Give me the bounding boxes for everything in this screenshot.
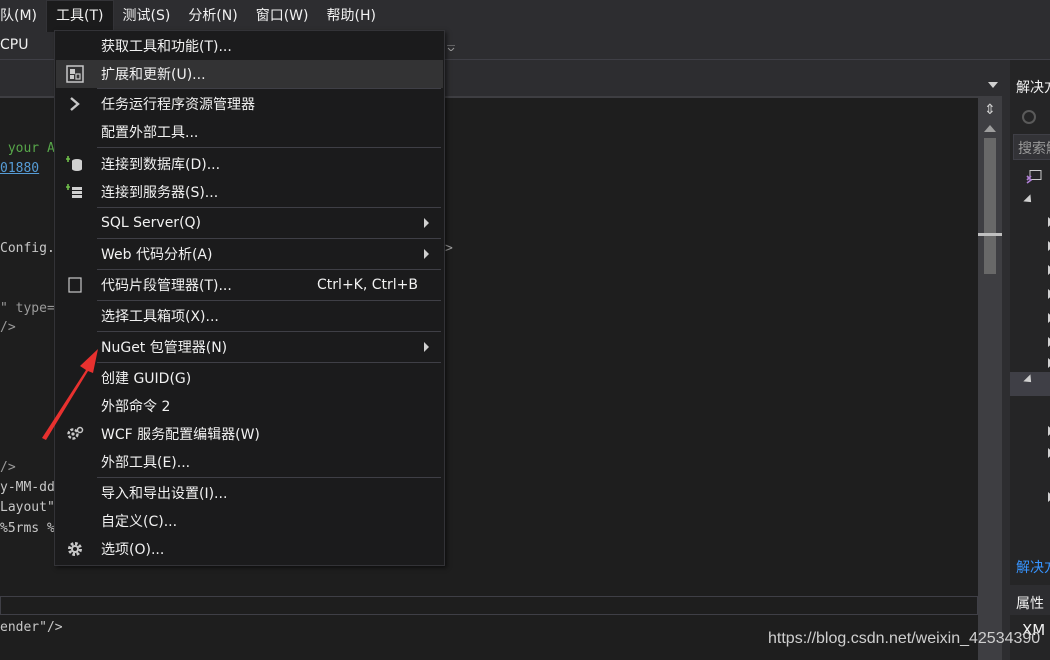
menu-item-external-command-2[interactable]: 外部命令 2 [56,392,443,420]
split-window-icon[interactable]: ⇕ [981,101,999,119]
extensions-icon [66,65,84,83]
menu-item-sql-server[interactable]: SQL Server(Q) [56,209,443,237]
menu-item-connect-server[interactable]: 连接到服务器(S)... [56,178,443,206]
submenu-arrow-icon [424,342,429,352]
menu-item-label: SQL Server(Q) [101,215,202,231]
solution-icon [1026,170,1042,184]
menu-item-create-guid[interactable]: 创建 GUID(G) [56,364,443,392]
scrollbar-position-marker [978,233,1002,236]
menu-item-task-runner[interactable]: 任务运行程序资源管理器 [56,90,443,118]
code-line: /> [0,320,16,335]
chevron-right-icon [66,95,84,113]
menu-separator [97,477,441,478]
code-line: " type= [0,301,55,316]
code-line: Layout" [0,500,55,515]
menu-item-label: 外部命令 2 [101,399,171,415]
code-line: /> [0,460,16,475]
menu-item-label: Web 代码分析(A) [101,247,213,263]
scroll-up-icon[interactable] [984,125,996,132]
menu-item-label: 自定义(C)... [101,514,178,530]
editor-vertical-scrollbar[interactable]: ⇕ [978,98,1002,660]
back-icon[interactable] [1022,110,1036,124]
solution-search-input[interactable]: 搜索解 [1013,134,1050,160]
menu-item-options[interactable]: 选项(O)... [56,535,443,563]
menu-item-label: 创建 GUID(G) [101,371,192,387]
properties-title: 属性 [1016,596,1044,612]
menu-item-nuget-manager[interactable]: NuGet 包管理器(N) [56,333,443,361]
menu-item-extensions-updates[interactable]: 扩展和更新(U)... [56,60,443,88]
menu-item-label: 外部工具(E)... [101,455,191,471]
platform-dropdown[interactable]: CPU [0,37,28,53]
menu-help[interactable]: 帮助(H) [318,0,385,32]
menu-item-label: WCF 服务配置编辑器(W) [101,427,260,443]
menu-team[interactable]: 队(M) [0,0,46,32]
menu-analyze[interactable]: 分析(N) [179,0,246,32]
snippet-icon [66,276,84,294]
scrollbar-thumb[interactable] [984,138,996,274]
menu-item-label: 选择工具箱项(X)... [101,309,219,325]
menu-separator [97,362,441,363]
code-line: ender"/> [0,620,63,635]
menu-item-connect-database[interactable]: 连接到数据库(D)... [56,150,443,178]
submenu-arrow-icon [424,249,429,259]
menu-item-label: 代码片段管理器(T)... [101,278,232,294]
menu-test[interactable]: 测试(S) [114,0,180,32]
code-link[interactable]: 01880 [0,161,39,176]
menu-item-customize[interactable]: 自定义(C)... [56,507,443,535]
toolbar-overflow-icon[interactable] [447,45,455,51]
menu-item-get-tools[interactable]: 获取工具和功能(T)... [56,32,443,60]
menu-item-external-tools-config[interactable]: 配置外部工具... [56,118,443,146]
menu-item-shortcut: Ctrl+K, Ctrl+B [317,277,418,293]
menu-separator [97,88,441,89]
menu-item-label: 连接到数据库(D)... [101,157,221,173]
wcf-config-icon [66,425,84,443]
menu-item-label: 连接到服务器(S)... [101,185,219,201]
code-line: your A [0,141,55,156]
solution-explorer-panel: 解决方 搜索解 解决方 属性 XM [1002,60,1050,660]
solution-explorer-title: 解决方 [1016,80,1050,96]
menu-window[interactable]: 窗口(W) [247,0,318,32]
code-overflow-glyph: > [445,241,453,256]
editor-split-bar [0,596,978,615]
menu-item-label: 获取工具和功能(T)... [101,39,232,55]
expand-toggle-icon[interactable] [1023,194,1035,206]
gear-icon [66,540,84,558]
menu-item-label: 导入和导出设置(I)... [101,486,228,502]
menu-bar: 队(M) 工具(T) 测试(S) 分析(N) 窗口(W) 帮助(H) [0,0,1050,32]
menu-item-label: 扩展和更新(U)... [101,67,206,83]
submenu-arrow-icon [424,218,429,228]
code-line: %5rms % [0,521,55,536]
menu-item-snippet-manager[interactable]: 代码片段管理器(T)... Ctrl+K, Ctrl+B [56,271,443,299]
menu-item-label: 配置外部工具... [101,125,199,141]
menu-item-choose-toolbox[interactable]: 选择工具箱项(X)... [56,302,443,330]
menu-item-web-code-analysis[interactable]: Web 代码分析(A) [56,240,443,268]
server-connect-icon [66,183,84,201]
menu-item-external-tools[interactable]: 外部工具(E)... [56,448,443,476]
watermark-text: https://blog.csdn.net/weixin_42534390 [768,630,1041,647]
menu-separator [97,238,441,239]
menu-separator [97,331,441,332]
code-line: y-MM-dd [0,480,55,495]
menu-item-label: 选项(O)... [101,542,165,558]
menu-separator [97,207,441,208]
menu-separator [97,269,441,270]
solution-explorer-tab[interactable]: 解决方 [1016,557,1050,577]
menu-separator [97,300,441,301]
menu-item-label: 任务运行程序资源管理器 [101,97,255,113]
tab-list-dropdown-icon[interactable] [988,82,998,88]
menu-tools[interactable]: 工具(T) [46,0,114,32]
tools-dropdown-menu: 获取工具和功能(T)... 扩展和更新(U)... 任务运行程序资源管理器 配置… [54,30,445,566]
database-connect-icon [66,155,84,173]
menu-item-label: NuGet 包管理器(N) [101,340,228,356]
menu-item-wcf-config-editor[interactable]: WCF 服务配置编辑器(W) [56,420,443,448]
menu-separator [97,147,441,148]
menu-item-import-export-settings[interactable]: 导入和导出设置(I)... [56,479,443,507]
